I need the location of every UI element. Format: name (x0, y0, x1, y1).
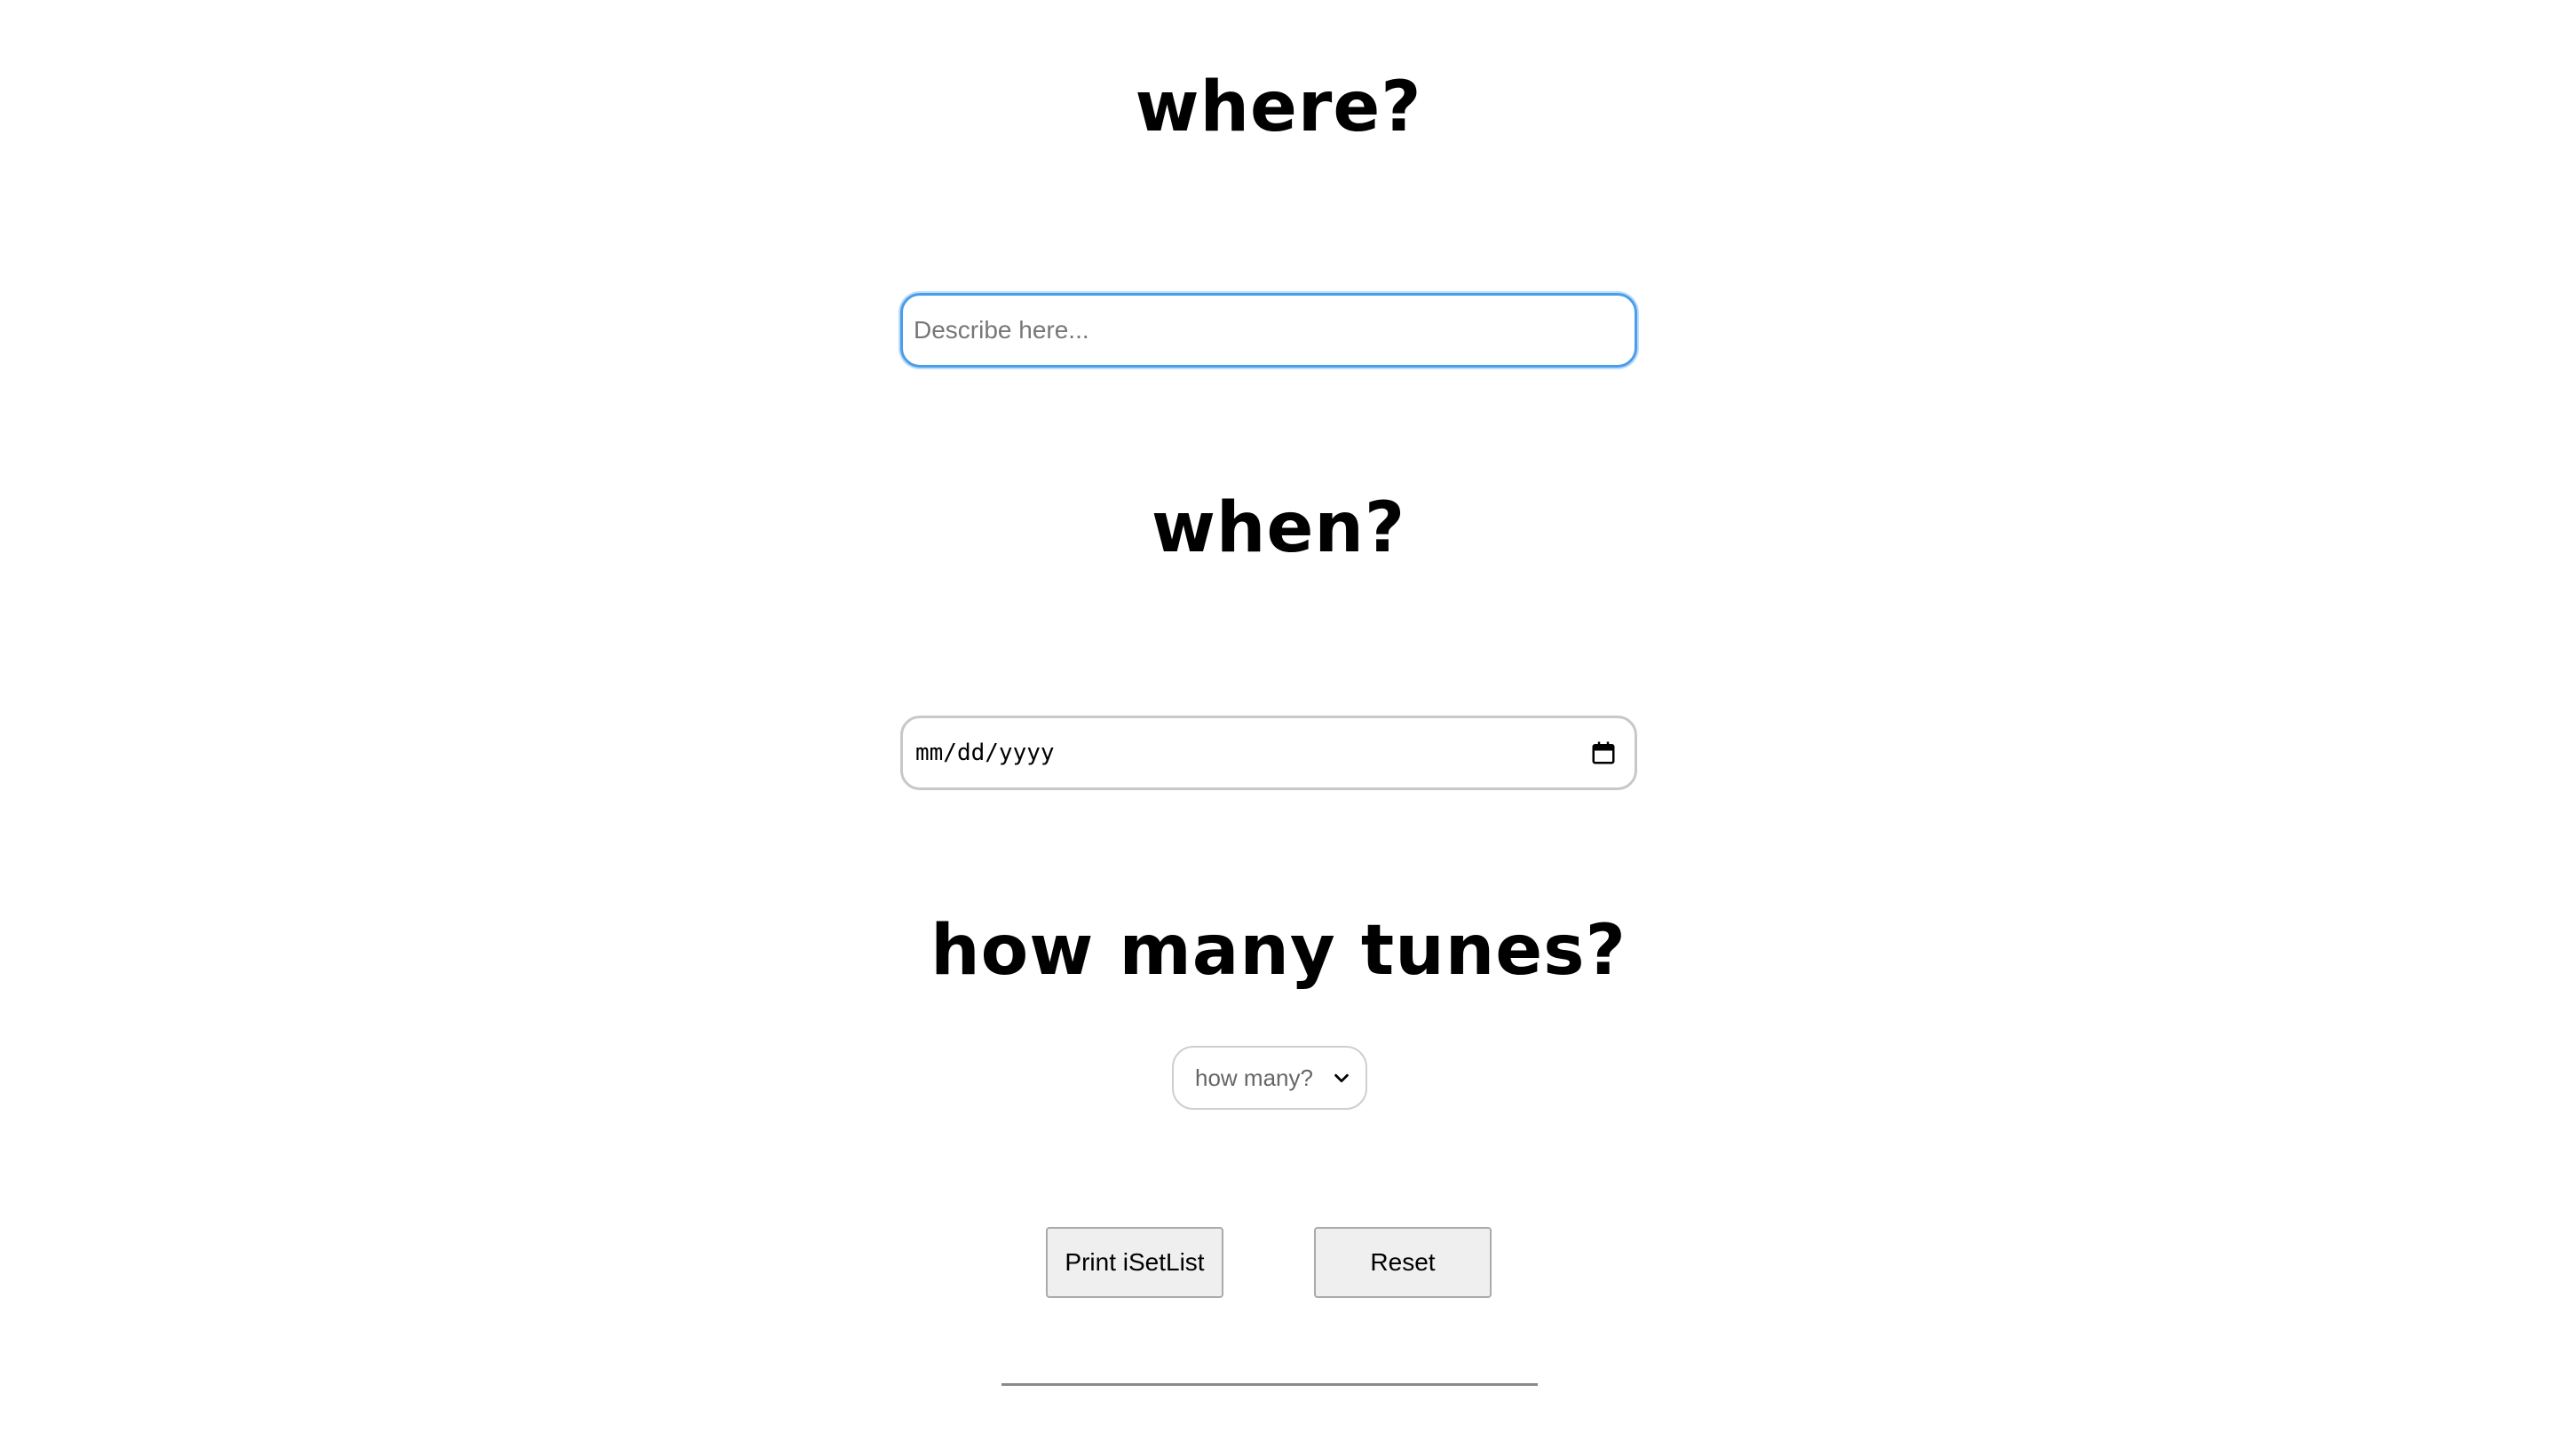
tunes-select-value: how many? (1195, 1064, 1313, 1091)
calendar-icon[interactable] (1590, 740, 1617, 766)
reset-button[interactable]: Reset (1314, 1227, 1492, 1298)
tunes-select[interactable]: how many? (1172, 1046, 1367, 1110)
where-input[interactable] (900, 293, 1637, 368)
chevron-down-icon (1334, 1073, 1349, 1083)
tunes-heading: how many tunes? (930, 911, 1627, 991)
date-placeholder: mm/dd/yyyy (915, 740, 1055, 766)
date-input[interactable]: mm/dd/yyyy (900, 716, 1637, 790)
print-isetlist-button[interactable]: Print iSetList (1046, 1227, 1223, 1298)
when-heading: when? (1151, 488, 1406, 568)
divider (1001, 1383, 1538, 1386)
where-heading: where? (1135, 67, 1422, 147)
